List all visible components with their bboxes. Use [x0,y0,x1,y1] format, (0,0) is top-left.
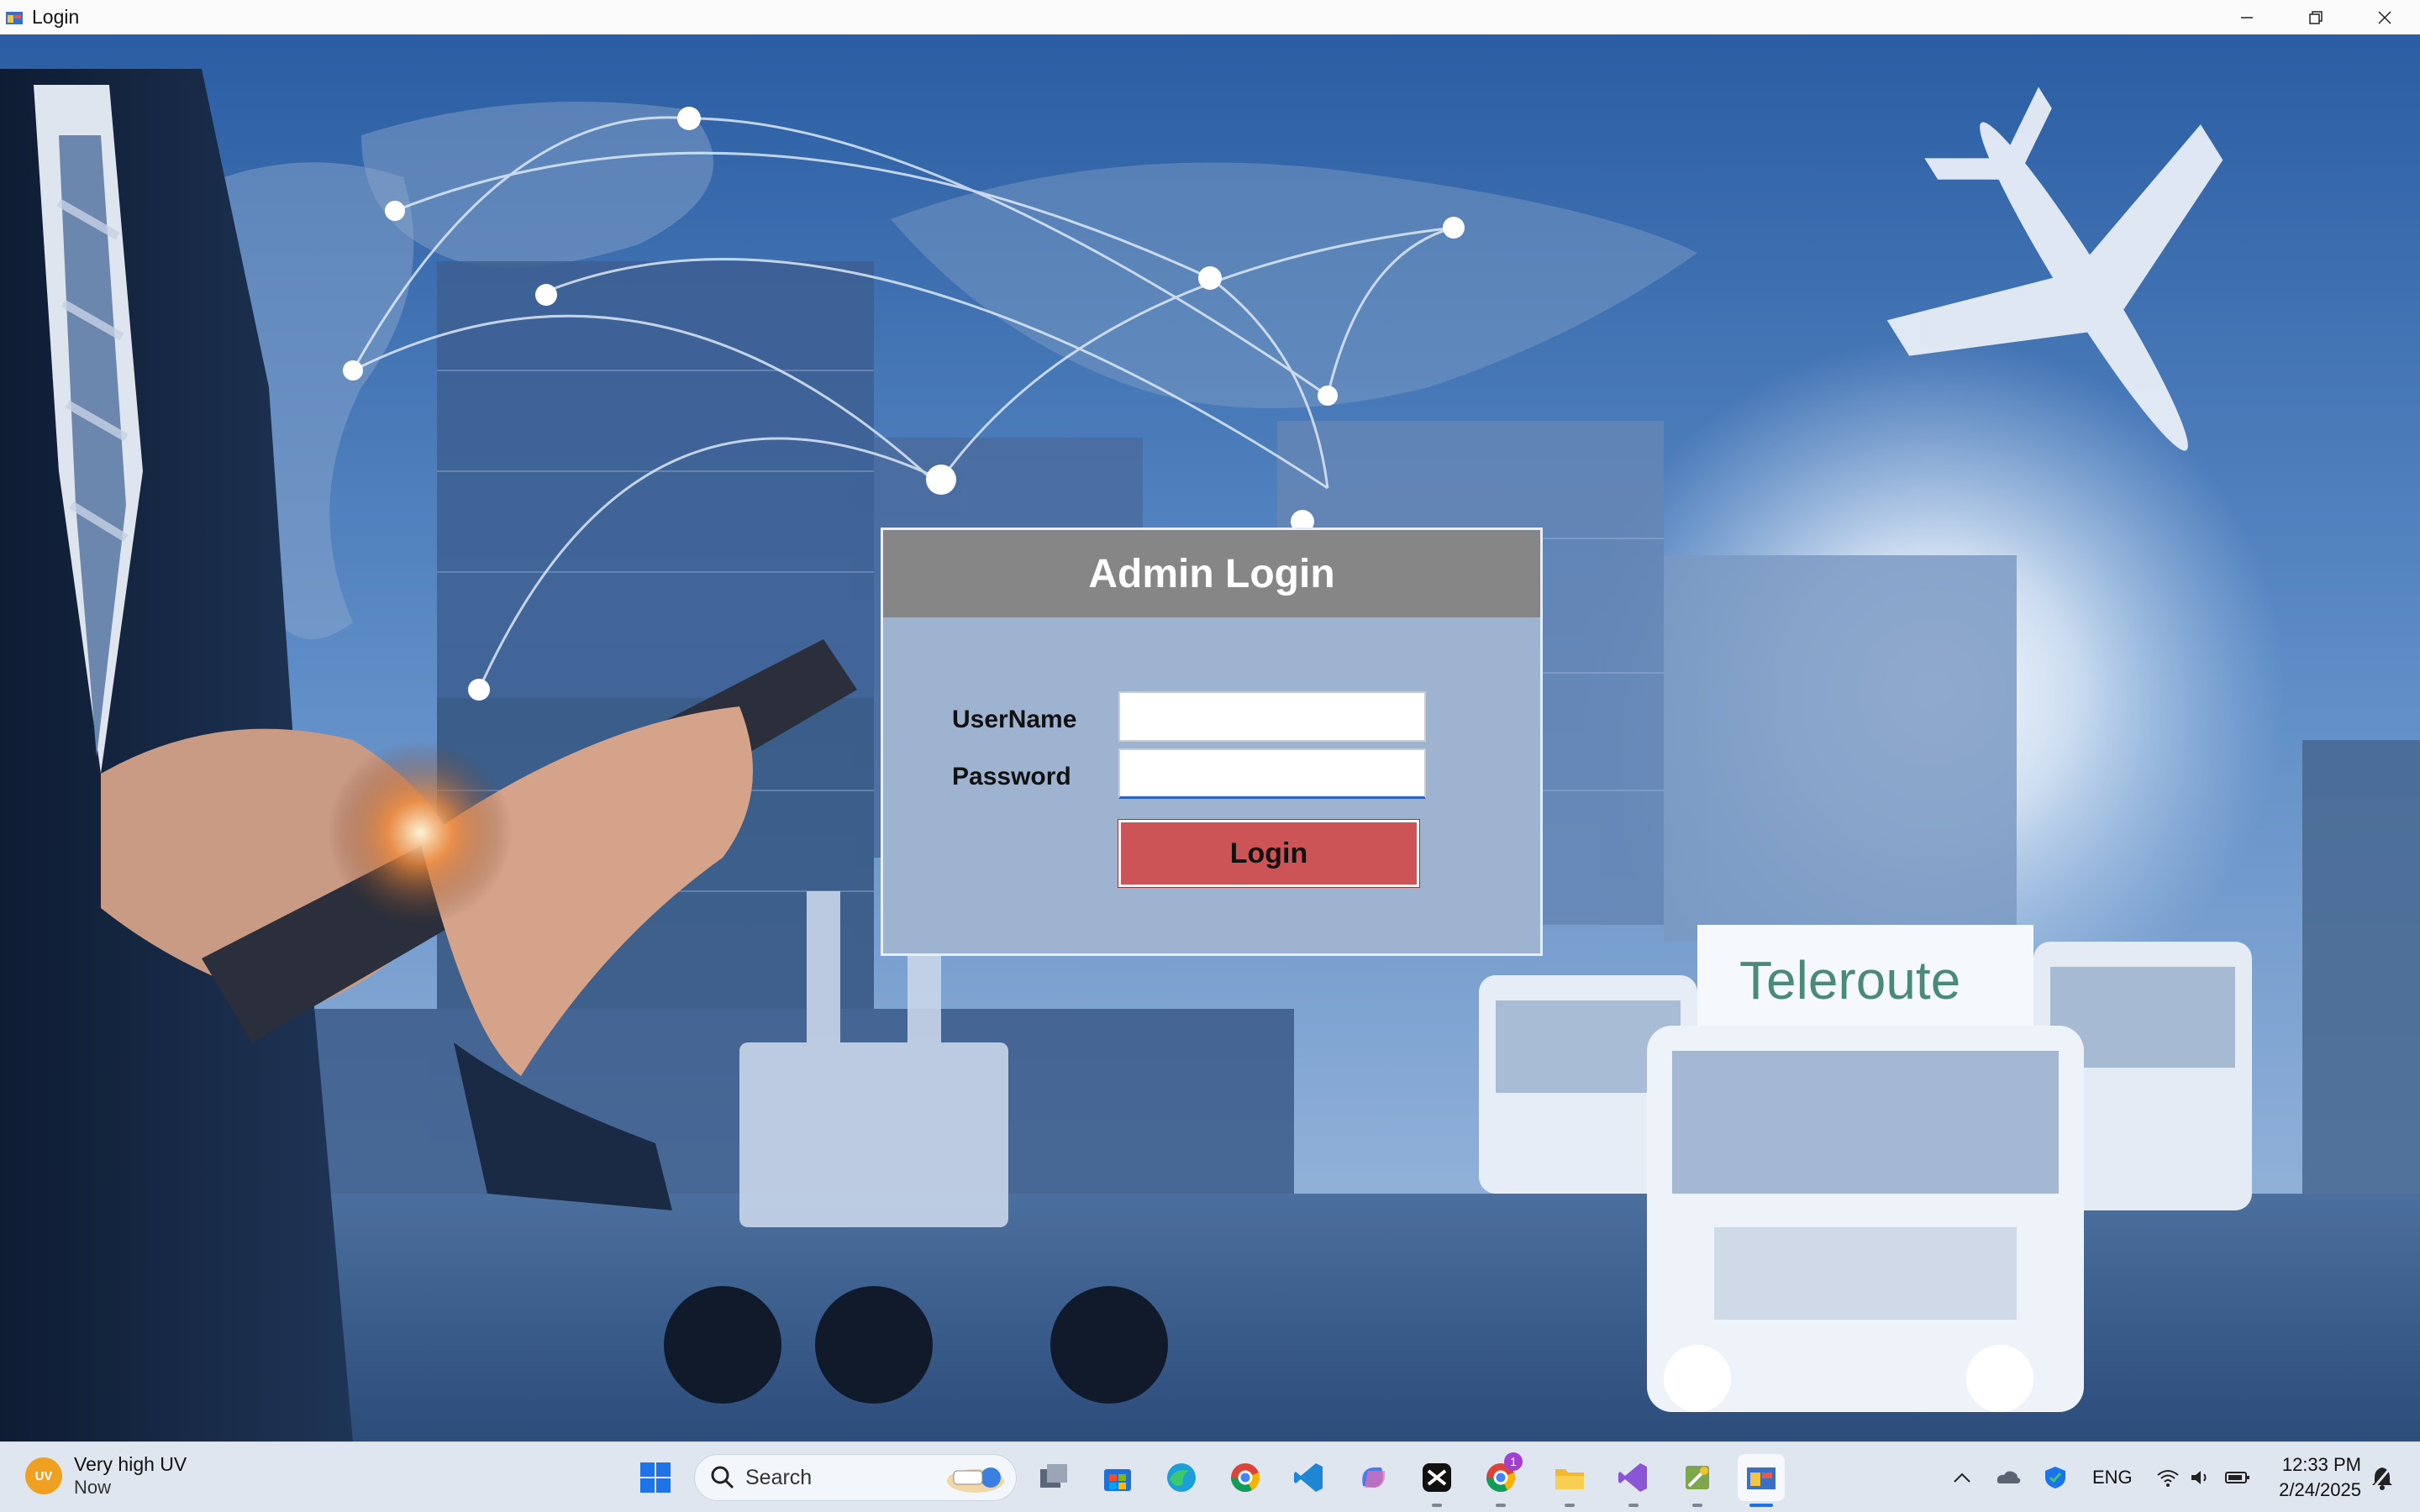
language-text: ENG [2092,1467,2133,1488]
copilot-icon [1362,1467,1386,1488]
vscode-button[interactable] [1286,1454,1333,1501]
task-view-icon [1040,1464,1067,1488]
truck-brand-text: Teleroute [1739,950,1960,1011]
show-hidden-icons-button[interactable] [1951,1442,1973,1512]
taskbar-search[interactable]: Search [694,1454,1017,1501]
notification-badge: 1 [1504,1452,1523,1471]
edge-icon [1167,1463,1196,1492]
battery-icon [2225,1472,2249,1483]
weather-subtitle: Now [74,1477,112,1498]
clock-date: 2/24/2025 [2279,1479,2361,1500]
capcut-button[interactable] [1413,1454,1460,1507]
login-app-button[interactable] [1738,1454,1785,1507]
chrome-profile-button[interactable]: 1 [1477,1452,1524,1507]
edge-button[interactable] [1158,1454,1205,1501]
weather-title: Very high UV [74,1453,187,1475]
taskbar: UV Very high UV Now Search 1 ENG 12:33 P… [0,1441,2420,1512]
restore-icon [2309,10,2323,24]
vscode-icon [1294,1463,1323,1492]
start-button[interactable] [632,1454,679,1501]
security-tray-icon[interactable] [2044,1442,2067,1512]
clock[interactable]: 12:33 PM 2/24/2025 [2269,1452,2361,1503]
search-highlight-icon [947,1467,1004,1493]
speaker-icon [2191,1471,2207,1484]
language-indicator[interactable]: ENG [2092,1442,2133,1512]
login-button[interactable]: Login [1118,820,1419,887]
windows-start-icon [640,1462,671,1493]
wifi-tray-icon[interactable] [2156,1442,2180,1512]
onedrive-tray-icon[interactable] [1995,1442,2022,1512]
running-indicator [1628,1504,1639,1507]
task-view-button[interactable] [1030,1454,1077,1501]
search-label: Search [745,1465,813,1489]
store-icon [1104,1469,1131,1491]
running-indicator [1565,1504,1575,1507]
close-icon [2378,10,2391,24]
visual-studio-icon [1618,1463,1647,1492]
notification-bell-icon [2371,1466,2393,1490]
volume-tray-icon[interactable] [2190,1442,2212,1512]
login-header: Admin Login [883,530,1540,617]
chrome-icon [1231,1463,1260,1492]
file-explorer-button[interactable] [1546,1454,1593,1507]
username-input[interactable] [1118,691,1426,742]
copilot-button[interactable] [1349,1454,1397,1501]
running-indicator [1496,1504,1506,1507]
running-indicator [1432,1504,1442,1507]
wifi-icon [2157,1470,2179,1487]
clock-time: 12:33 PM [2281,1454,2361,1475]
window-title: Login [32,6,80,28]
visual-studio-button[interactable] [1610,1454,1657,1507]
minimize-icon [2241,16,2253,18]
active-indicator [1749,1504,1773,1507]
password-input[interactable] [1118,748,1426,799]
chevron-up-icon [1954,1473,1970,1483]
minimize-button[interactable] [2213,0,2281,34]
folder-icon [1555,1469,1584,1489]
app-icon [5,8,24,27]
chrome-button[interactable] [1222,1454,1269,1501]
running-indicator [1692,1504,1702,1507]
username-label: UserName [952,706,1077,733]
login-panel: Admin Login UserName Password Login [881,528,1543,956]
password-label: Password [952,763,1071,790]
tool-app-icon [1686,1466,1709,1489]
notifications-button[interactable] [2370,1442,2395,1512]
cloud-icon [1996,1471,2021,1483]
battery-tray-icon[interactable] [2225,1442,2250,1512]
capcut-icon [1423,1463,1451,1492]
search-icon [711,1466,734,1489]
shield-icon [2045,1467,2065,1488]
uv-badge: UV [25,1457,62,1494]
close-button[interactable] [2351,0,2418,34]
login-app-icon [1747,1467,1776,1489]
app-tool-button[interactable] [1674,1454,1721,1507]
title-bar: Login [0,0,2420,34]
login-title: Admin Login [1088,551,1335,596]
weather-widget[interactable]: UV Very high UV Now [25,1452,187,1499]
microsoft-store-button[interactable] [1094,1454,1141,1501]
restore-button[interactable] [2282,0,2349,34]
